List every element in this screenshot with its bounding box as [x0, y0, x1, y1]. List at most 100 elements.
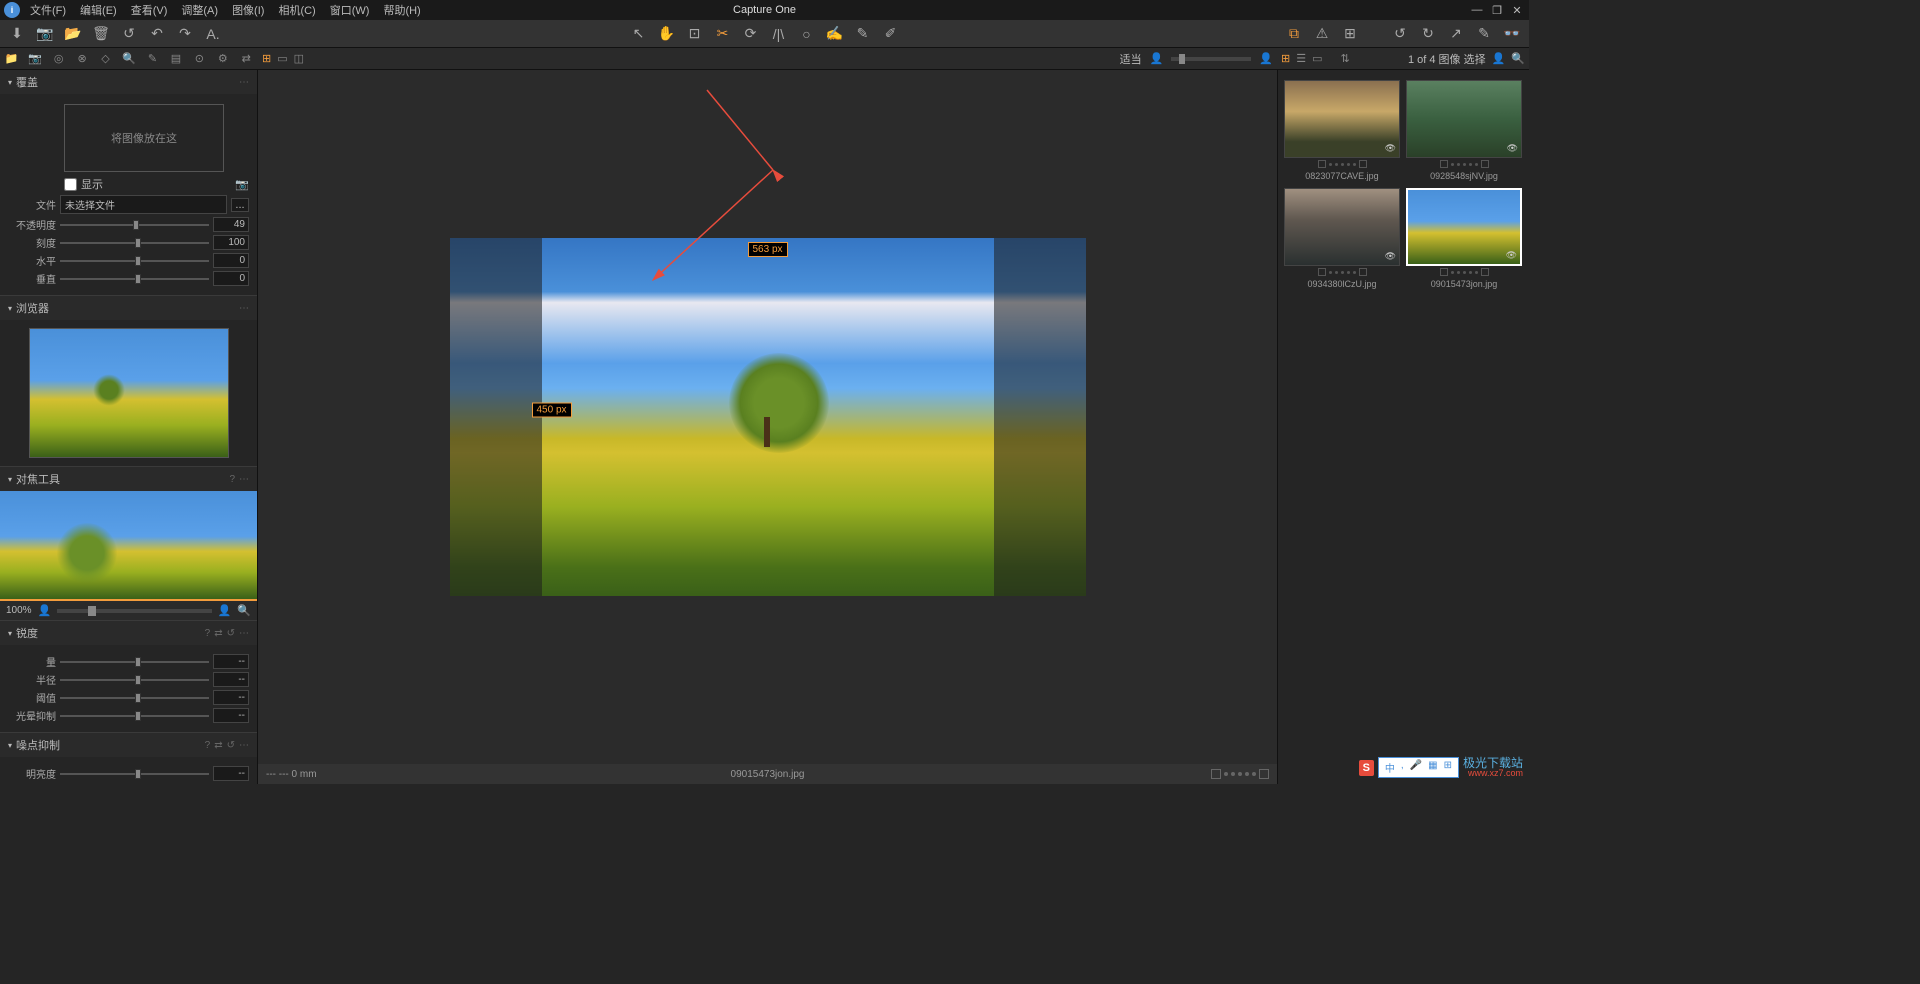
collapse-icon[interactable]: ▾	[8, 304, 12, 313]
halo-value[interactable]: --	[213, 708, 249, 723]
grid-icon[interactable]: ⊞	[1341, 25, 1359, 43]
preset-icon[interactable]: ⇄	[214, 628, 222, 639]
file-browse-button[interactable]: ...	[231, 198, 249, 212]
luminance-value[interactable]: --	[213, 766, 249, 781]
camera-small-icon[interactable]: 📷	[235, 178, 249, 191]
navigator-preview[interactable]	[29, 328, 229, 458]
import-icon[interactable]: ⬇	[8, 25, 26, 43]
menu-image[interactable]: 图像(I)	[226, 0, 270, 20]
person-icon[interactable]: 👤	[1150, 52, 1164, 65]
thumb-rating[interactable]	[1284, 158, 1400, 170]
threshold-value[interactable]: --	[213, 690, 249, 705]
panel-menu-icon[interactable]: ⋯	[239, 740, 249, 751]
menu-file[interactable]: 文件(F)	[24, 0, 72, 20]
scale-slider[interactable]	[60, 236, 209, 250]
view-split-icon[interactable]: ◫	[294, 52, 304, 65]
rotate-right-icon[interactable]: ↻	[1419, 25, 1437, 43]
crop-tool-icon[interactable]: ✂	[714, 25, 732, 43]
thumbnail-item[interactable]: 👁 0934380lCzU.jpg	[1284, 188, 1400, 290]
color-tab-icon[interactable]: ⊗	[74, 51, 89, 67]
metadata-tab-icon[interactable]: ▤	[168, 51, 183, 67]
help-icon[interactable]: ?	[205, 740, 211, 751]
brush-tool-icon[interactable]: ✍	[826, 25, 844, 43]
help-icon[interactable]: ?	[229, 474, 235, 485]
adjust-tab-icon[interactable]: ✎	[145, 51, 160, 67]
trash-icon[interactable]: 🗑	[92, 25, 110, 43]
horiz-value[interactable]: 0	[213, 253, 249, 268]
menu-help[interactable]: 帮助(H)	[377, 0, 426, 20]
maximize-button[interactable]: ❐	[1491, 4, 1503, 17]
zoom-person2-icon[interactable]: 👤	[218, 604, 232, 617]
redo-icon[interactable]: ↷	[176, 25, 194, 43]
output-tab-icon[interactable]: ⊙	[192, 51, 207, 67]
show-overlay-checkbox[interactable]	[64, 178, 77, 191]
overlay-dropzone[interactable]: 将图像放在这	[64, 104, 224, 172]
rotate-left-icon[interactable]: ↺	[1391, 25, 1409, 43]
browser-film-icon[interactable]: ▭	[1312, 52, 1322, 65]
collapse-icon[interactable]: ▾	[8, 741, 12, 750]
reset-icon[interactable]: ↺	[227, 740, 235, 751]
glasses-icon[interactable]: 👓	[1503, 25, 1521, 43]
minimize-button[interactable]: —	[1471, 4, 1483, 17]
threshold-slider[interactable]	[60, 691, 209, 705]
reset-icon[interactable]: ↺	[120, 25, 138, 43]
zoom-person-icon[interactable]: 👤	[38, 604, 52, 617]
edit-icon[interactable]: ✎	[1475, 25, 1493, 43]
browser-list-icon[interactable]: ☰	[1296, 52, 1306, 65]
thumb-rating[interactable]	[1406, 266, 1522, 278]
lens-tab-icon[interactable]: ◎	[51, 51, 66, 67]
browser-search-icon[interactable]: 🔍	[1511, 52, 1525, 65]
menu-camera[interactable]: 相机(C)	[272, 0, 321, 20]
thumb-rating[interactable]	[1406, 158, 1522, 170]
menu-view[interactable]: 查看(V)	[125, 0, 174, 20]
hand-tool-icon[interactable]: ✋	[658, 25, 676, 43]
exposure-tab-icon[interactable]: ◇	[98, 51, 113, 67]
panel-menu-icon[interactable]: ⋯	[239, 628, 249, 639]
library-tab-icon[interactable]: 📁	[4, 51, 19, 67]
panel-menu-icon[interactable]: ⋯	[239, 303, 249, 314]
amount-slider[interactable]	[60, 655, 209, 669]
undo-icon[interactable]: ↶	[148, 25, 166, 43]
person2-icon[interactable]: 👤	[1259, 52, 1273, 65]
radius-slider[interactable]	[60, 673, 209, 687]
spot-tool-icon[interactable]: ○	[798, 25, 816, 43]
thumb-rating[interactable]	[1284, 266, 1400, 278]
opacity-slider[interactable]	[60, 218, 209, 232]
radius-value[interactable]: --	[213, 672, 249, 687]
annotation-icon[interactable]: A.	[204, 25, 222, 43]
vert-value[interactable]: 0	[213, 271, 249, 286]
detail-tab-icon[interactable]: 🔍	[121, 51, 136, 67]
vert-slider[interactable]	[60, 272, 209, 286]
focus-zoom-slider[interactable]	[57, 609, 211, 613]
collapse-icon[interactable]: ▾	[8, 78, 12, 87]
crop-overlay[interactable]: 563 px 450 px	[450, 238, 1086, 596]
sort-icon[interactable]: ⇅	[1341, 52, 1350, 65]
rotate-tool-icon[interactable]: ⟳	[742, 25, 760, 43]
panel-menu-icon[interactable]: ⋯	[239, 77, 249, 88]
menu-window[interactable]: 窗口(W)	[324, 0, 376, 20]
capture-icon[interactable]: 📷	[36, 25, 54, 43]
folder-icon[interactable]: 📂	[64, 25, 82, 43]
export-icon[interactable]: ↗	[1447, 25, 1465, 43]
menu-edit[interactable]: 编辑(E)	[74, 0, 123, 20]
thumbnail-item[interactable]: 👁 0823077CAVE.jpg	[1284, 80, 1400, 182]
reset-icon[interactable]: ↺	[227, 628, 235, 639]
view-grid-icon[interactable]: ⊞	[262, 52, 271, 65]
cursor-tool-icon[interactable]: ↖	[630, 25, 648, 43]
keystone-tool-icon[interactable]: /|\	[770, 25, 788, 43]
copy-adjustments-icon[interactable]: ⧉	[1285, 25, 1303, 43]
help-icon[interactable]: ?	[205, 628, 211, 639]
main-image[interactable]: 563 px 450 px	[450, 238, 1086, 596]
preset-icon[interactable]: ⇄	[214, 740, 222, 751]
viewer-zoom-slider[interactable]	[1171, 57, 1251, 61]
view-single-icon[interactable]: ▭	[277, 52, 287, 65]
footer-rating[interactable]	[1211, 769, 1269, 779]
collapse-icon[interactable]: ▾	[8, 475, 12, 484]
horiz-slider[interactable]	[60, 254, 209, 268]
draw-tool-icon[interactable]: ✐	[882, 25, 900, 43]
close-button[interactable]: ✕	[1511, 4, 1523, 17]
warning-icon[interactable]: ⚠	[1313, 25, 1331, 43]
browser-grid-icon[interactable]: ⊞	[1281, 52, 1290, 65]
opacity-value[interactable]: 49	[213, 217, 249, 232]
eraser-tool-icon[interactable]: ✎	[854, 25, 872, 43]
